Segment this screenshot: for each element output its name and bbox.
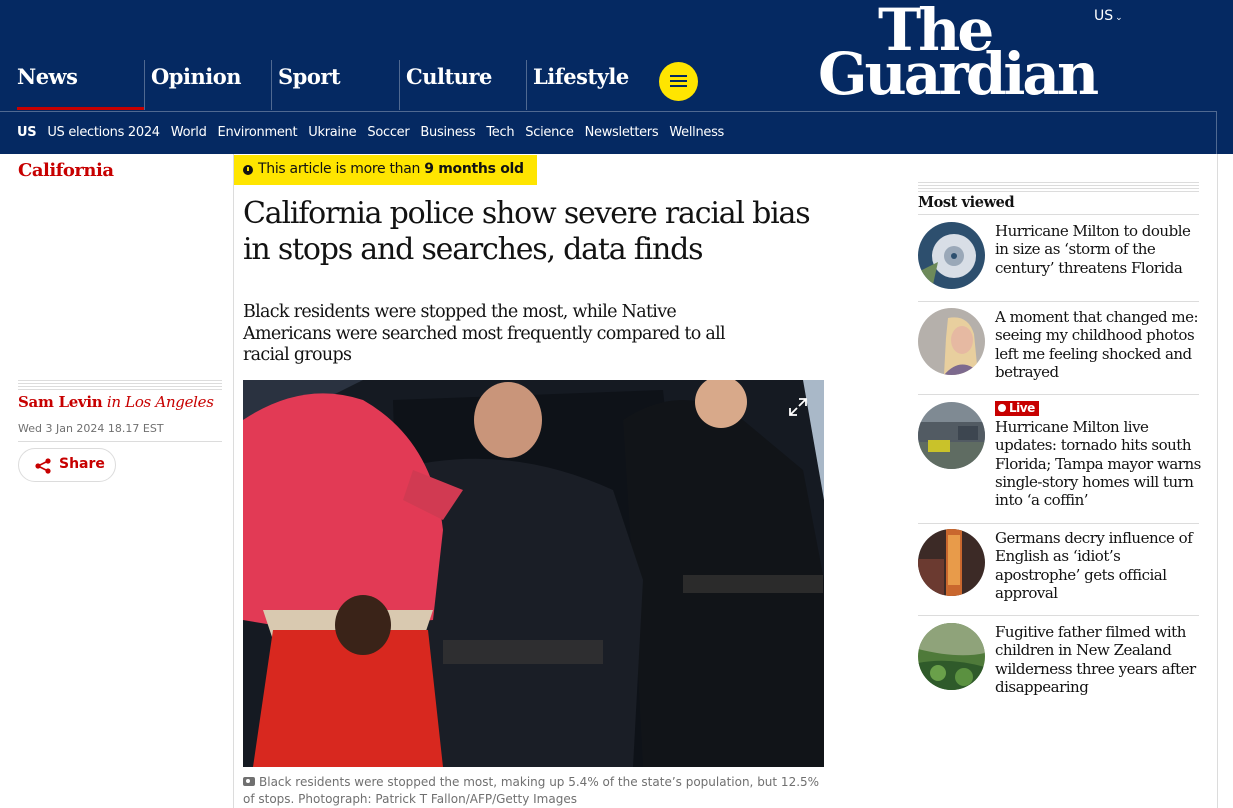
pillar-opinion[interactable]: Opinion	[144, 60, 271, 110]
subnav-item-ukraine[interactable]: Ukraine	[308, 125, 356, 140]
subnav-item-environment[interactable]: Environment	[218, 125, 298, 140]
byline-location: in Los Angeles	[106, 393, 214, 411]
thumbnail-shop-sign	[918, 529, 985, 596]
pillar-lifestyle[interactable]: Lifestyle	[526, 60, 653, 110]
byline: Sam Levin in Los Angeles	[18, 393, 214, 411]
pillar-label: Culture	[406, 64, 492, 89]
column-divider	[1217, 154, 1218, 808]
most-viewed-headline-text: Hurricane Milton live updates: tornado h…	[995, 418, 1201, 510]
article-main-image[interactable]	[243, 380, 824, 767]
subnav-item-science[interactable]: Science	[525, 125, 574, 140]
most-viewed-divider	[918, 615, 1199, 616]
subnav-item-us[interactable]: US	[17, 125, 37, 140]
guardian-logo[interactable]: The Guardian	[818, 0, 1138, 110]
pillar-sport[interactable]: Sport	[271, 60, 399, 110]
article-age-badge: This article is more than 9 months old	[234, 155, 537, 185]
most-viewed-headline: Germans decry influence of English as ‘i…	[995, 529, 1193, 602]
most-viewed-divider	[918, 394, 1199, 395]
sub-navigation: US US elections 2024 World Environment U…	[0, 111, 1217, 154]
live-label: Live	[1009, 401, 1035, 415]
most-viewed-title: Most viewed	[918, 194, 1015, 211]
masthead: US ⌄ The Guardian News Opinion Sport Cult…	[0, 0, 1233, 154]
thumbnail-hurricane	[918, 222, 985, 289]
pillar-culture[interactable]: Culture	[399, 60, 526, 110]
live-dot-icon	[998, 404, 1006, 412]
subnav-item-world[interactable]: World	[171, 125, 207, 140]
share-label: Share	[59, 456, 105, 472]
article-standfirst: Black residents were stopped the most, w…	[243, 302, 726, 365]
meta-divider	[18, 380, 222, 390]
caption-text: Black residents were stopped the most, m…	[243, 775, 820, 806]
live-badge: Live	[995, 401, 1039, 416]
most-viewed-headline: Hurricane Milton to double in size as ‘s…	[995, 222, 1191, 277]
most-viewed-divider	[918, 182, 1199, 192]
pillar-label: News	[17, 64, 78, 89]
most-viewed-divider	[918, 214, 1199, 215]
image-caption: Black residents were stopped the most, m…	[243, 774, 833, 808]
share-button[interactable]: Share	[18, 448, 116, 482]
subnav-item-tech[interactable]: Tech	[486, 125, 514, 140]
subnav-item-business[interactable]: Business	[420, 125, 475, 140]
most-viewed-headline: Live Hurricane Milton live updates: torn…	[995, 398, 1201, 509]
logo-line-2: Guardian	[818, 40, 1099, 108]
clock-icon	[243, 165, 253, 175]
pillar-news[interactable]: News	[17, 60, 144, 110]
camera-icon	[243, 777, 255, 786]
thumbnail-portrait	[918, 308, 985, 375]
article-headline: California police show severe racial bia…	[243, 196, 811, 267]
column-divider	[233, 154, 234, 808]
pillar-label: Lifestyle	[533, 64, 629, 89]
subnav-item-us-elections[interactable]: US elections 2024	[47, 125, 160, 140]
pillar-label: Opinion	[151, 64, 241, 89]
share-icon	[35, 458, 51, 474]
age-text: This article is more than 9 months old	[258, 161, 524, 177]
police-arrest-photo	[243, 380, 824, 767]
thumbnail-forest	[918, 623, 985, 690]
section-label[interactable]: California	[18, 160, 114, 181]
thumbnail-storm-street	[918, 402, 985, 469]
most-viewed-headline: A moment that changed me: seeing my chil…	[995, 308, 1199, 381]
pillar-label: Sport	[278, 64, 341, 89]
menu-button[interactable]	[659, 62, 698, 101]
subnav-item-soccer[interactable]: Soccer	[367, 125, 409, 140]
publish-date: Wed 3 Jan 2024 18.17 EST	[18, 422, 164, 435]
expand-icon[interactable]	[787, 396, 809, 418]
meta-divider	[18, 441, 222, 442]
most-viewed-divider	[918, 523, 1199, 524]
age-prefix: This article is more than	[258, 161, 421, 177]
subnav-item-newsletters[interactable]: Newsletters	[585, 125, 659, 140]
author-link[interactable]: Sam Levin	[18, 393, 103, 411]
subnav-item-wellness[interactable]: Wellness	[669, 125, 724, 140]
age-value: 9 months old	[424, 161, 524, 177]
most-viewed-divider	[918, 301, 1199, 302]
most-viewed-headline: Fugitive father filmed with children in …	[995, 623, 1196, 696]
